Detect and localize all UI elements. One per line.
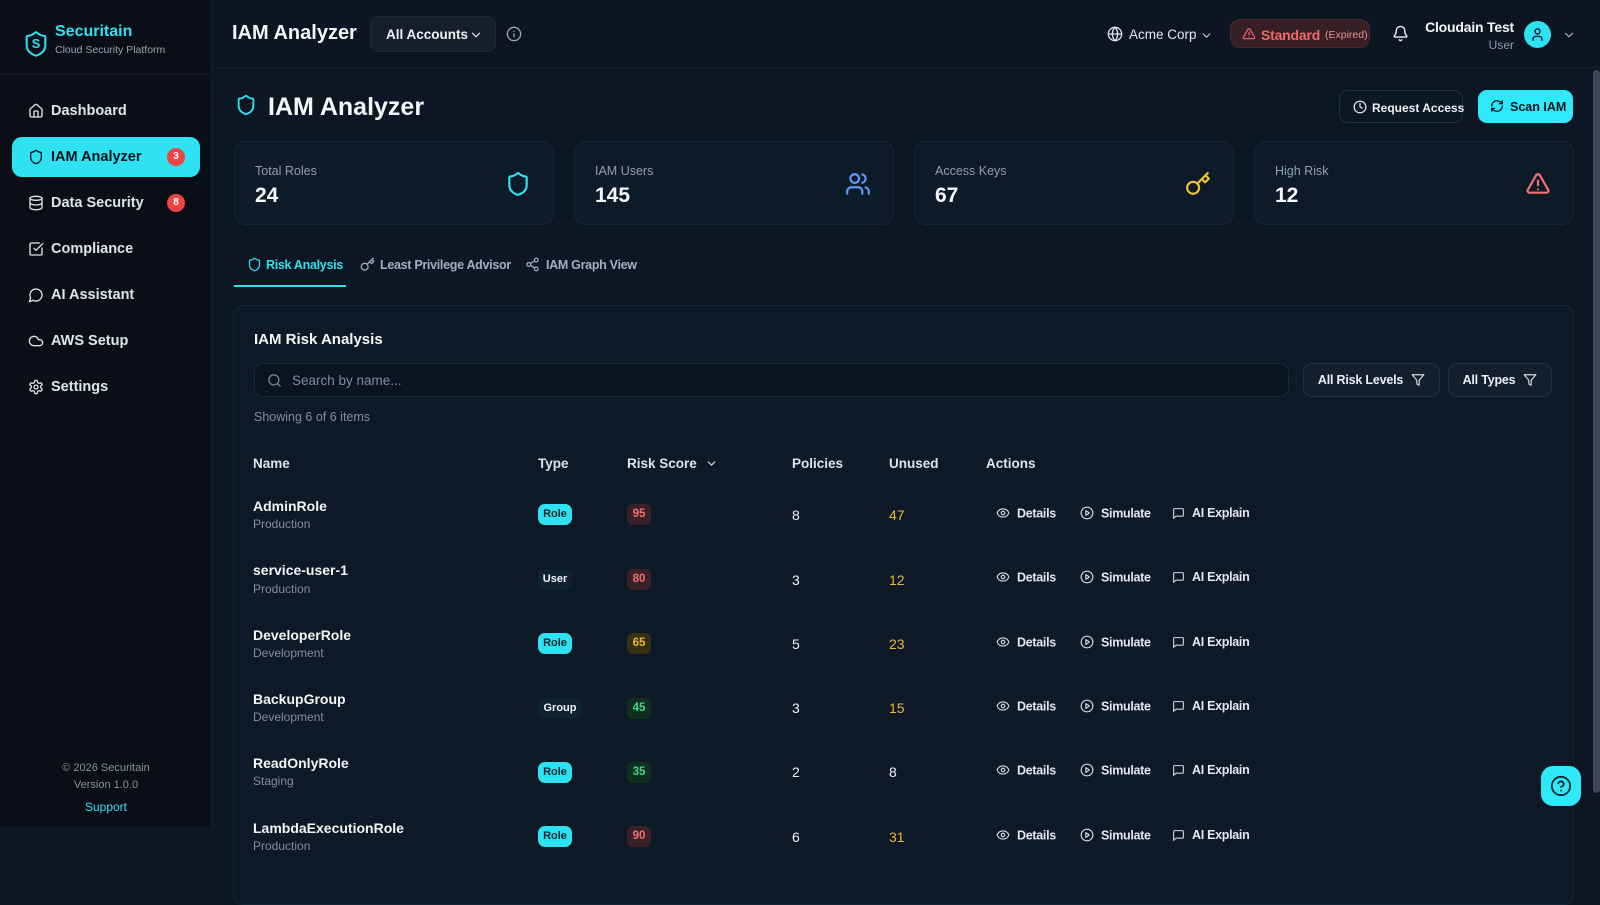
svg-text:S: S bbox=[32, 36, 41, 51]
